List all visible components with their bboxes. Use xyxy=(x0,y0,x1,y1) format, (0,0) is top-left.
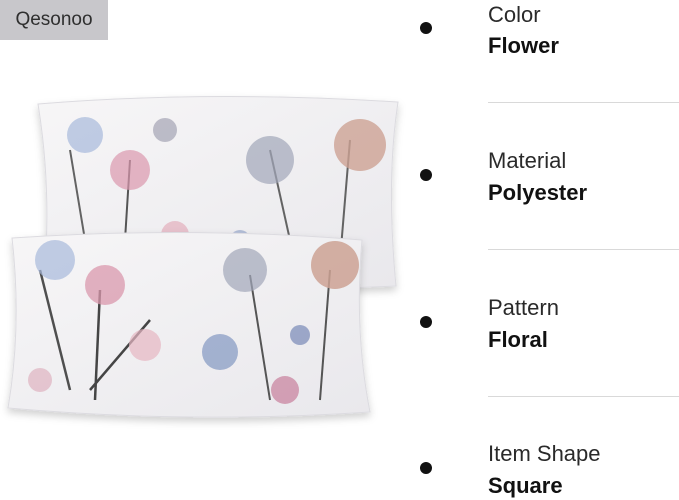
spec-value: Square xyxy=(488,473,563,498)
spec-label: Color xyxy=(488,2,541,27)
spec-pattern: Pattern Floral xyxy=(420,292,679,392)
spec-label: Pattern xyxy=(488,295,559,320)
brand-badge: Qesonoo xyxy=(0,0,108,40)
spec-color: Color Flower xyxy=(420,0,679,100)
spec-item-shape: Item Shape Square xyxy=(420,438,679,500)
spec-label: Item Shape xyxy=(488,441,601,466)
divider xyxy=(488,102,679,103)
bullet-icon xyxy=(420,316,432,328)
spec-material: Material Polyester xyxy=(420,145,679,245)
spec-value: Polyester xyxy=(488,180,588,205)
bullet-icon xyxy=(420,22,432,34)
bullet-icon xyxy=(420,169,432,181)
spec-value: Flower xyxy=(488,33,559,58)
spec-value: Floral xyxy=(488,327,548,352)
spec-label: Material xyxy=(488,148,567,173)
product-image xyxy=(7,95,399,418)
divider xyxy=(488,396,679,397)
front-pillow xyxy=(7,231,371,418)
bullet-icon xyxy=(420,462,432,474)
divider xyxy=(488,249,679,250)
brand-name: Qesonoo xyxy=(15,9,93,30)
